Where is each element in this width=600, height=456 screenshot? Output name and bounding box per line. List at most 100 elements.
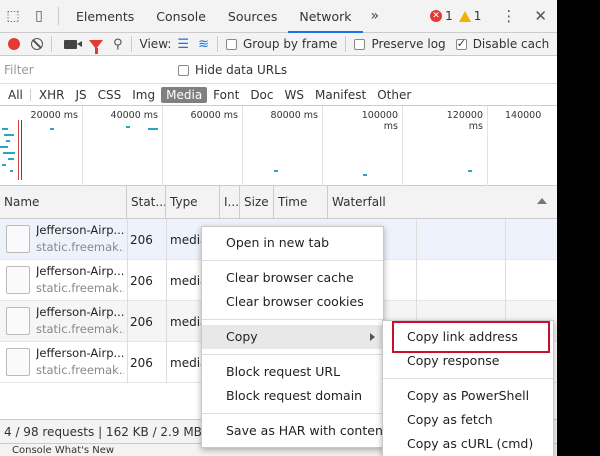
divider — [202, 319, 383, 320]
tab-sources[interactable]: Sources — [217, 0, 288, 33]
view-label: View: — [139, 37, 172, 51]
divider — [127, 260, 128, 301]
type-font[interactable]: Font — [208, 87, 244, 103]
divider — [29, 88, 31, 101]
preserve-log-option[interactable]: Preserve log — [354, 37, 446, 51]
request-status: 206 — [130, 233, 153, 247]
timeline-tick: 20000 ms — [30, 110, 78, 121]
column-header-waterfall[interactable]: Waterfall — [328, 186, 557, 219]
more-options-icon[interactable]: ⋮ — [501, 7, 516, 25]
column-header-status[interactable]: Stat... — [127, 186, 166, 219]
column-header-name[interactable]: Name — [0, 186, 127, 219]
column-header-type[interactable]: Type — [166, 186, 220, 219]
type-css[interactable]: CSS — [93, 87, 127, 103]
group-by-frame-option[interactable]: Group by frame — [225, 37, 338, 51]
activity-bar — [274, 170, 278, 172]
gridline — [162, 106, 163, 186]
type-img[interactable]: Img — [127, 87, 160, 103]
divider — [202, 260, 383, 261]
dom-loaded-marker — [18, 120, 19, 180]
divider — [416, 260, 417, 301]
type-media[interactable]: Media — [161, 86, 208, 103]
warning-count-badge[interactable]: 1 — [458, 9, 481, 23]
menu-item-copy-label: Copy — [226, 329, 258, 344]
search-icon[interactable]: ⚲ — [113, 37, 123, 52]
request-name: Jefferson-Airp... — [36, 305, 124, 319]
menu-item-copy-as-curl-cmd[interactable]: Copy as cURL (cmd) — [383, 432, 553, 456]
more-tabs-icon[interactable]: » — [363, 8, 388, 24]
activity-bar — [3, 152, 15, 154]
menu-item-save-as-har[interactable]: Save as HAR with content — [202, 419, 388, 443]
type-other[interactable]: Other — [372, 87, 416, 103]
drawer-tab-labels[interactable]: Console What's New — [12, 445, 114, 456]
divider — [416, 219, 417, 260]
device-toolbar-icon[interactable]: ▯ — [26, 0, 52, 33]
menu-item-open-in-new-tab[interactable]: Open in new tab — [202, 231, 383, 255]
request-domain: static.freemak... — [36, 281, 124, 295]
column-header-size[interactable]: Size — [240, 186, 274, 219]
network-toolbar: ⚲ View: ☰ ≋ Group by frame Preserve log … — [0, 33, 557, 56]
preserve-log-checkbox[interactable] — [354, 38, 366, 50]
menu-item-clear-browser-cookies[interactable]: Clear browser cookies — [202, 290, 383, 314]
record-icon[interactable] — [8, 38, 20, 50]
menu-item-copy-as-powershell[interactable]: Copy as PowerShell — [383, 384, 553, 408]
divider — [130, 36, 132, 52]
request-status: 206 — [130, 356, 153, 370]
sort-ascending-icon[interactable] — [537, 198, 547, 204]
gridline — [402, 106, 403, 186]
column-header-initiator[interactable]: I... — [220, 186, 240, 219]
request-status: 206 — [130, 274, 153, 288]
filter-icon[interactable] — [89, 39, 103, 54]
hide-data-urls-option[interactable]: Hide data URLs — [178, 63, 287, 77]
filter-input[interactable] — [4, 60, 174, 80]
error-icon: ✕ — [430, 10, 443, 22]
divider — [383, 378, 553, 379]
capture-screenshots-icon[interactable] — [64, 39, 82, 49]
divider — [202, 354, 383, 355]
large-rows-icon[interactable]: ☰ — [177, 37, 189, 52]
group-by-frame-label: Group by frame — [242, 37, 338, 51]
menu-item-copy[interactable]: Copy — [202, 325, 383, 349]
divider — [216, 36, 218, 52]
type-xhr[interactable]: XHR — [34, 87, 70, 103]
menu-item-clear-browser-cache[interactable]: Clear browser cache — [202, 266, 383, 290]
divider — [127, 219, 128, 260]
highlight-box — [392, 321, 550, 353]
clear-icon[interactable] — [31, 38, 43, 50]
file-icon — [6, 348, 30, 376]
disable-cache-checkbox[interactable] — [455, 37, 467, 50]
request-name: Jefferson-Airp... — [36, 264, 124, 278]
type-js[interactable]: JS — [70, 87, 91, 103]
hide-data-urls-checkbox[interactable] — [178, 64, 189, 76]
type-ws[interactable]: WS — [280, 87, 309, 103]
request-name: Jefferson-Airp... — [36, 223, 124, 237]
timeline-overview[interactable]: 20000 ms 40000 ms 60000 ms 80000 ms 1000… — [0, 106, 557, 186]
disable-cache-option[interactable]: Disable cach — [455, 37, 549, 51]
gridline — [322, 106, 323, 186]
activity-bar — [4, 134, 14, 136]
close-icon[interactable]: ✕ — [534, 7, 547, 25]
activity-bar — [6, 140, 10, 142]
tab-console[interactable]: Console — [145, 0, 217, 33]
request-domain: static.freemak... — [36, 240, 124, 254]
type-doc[interactable]: Doc — [245, 87, 278, 103]
type-manifest[interactable]: Manifest — [310, 87, 371, 103]
menu-item-block-request-url[interactable]: Block request URL — [202, 360, 383, 384]
menu-item-copy-as-fetch[interactable]: Copy as fetch — [383, 408, 553, 432]
activity-bar — [2, 164, 6, 166]
divider — [127, 342, 128, 383]
error-count-badge[interactable]: ✕ 1 — [430, 9, 453, 23]
tab-elements[interactable]: Elements — [65, 0, 145, 33]
context-menu: Open in new tab Clear browser cache Clea… — [201, 226, 388, 448]
divider — [166, 260, 167, 301]
overview-icon[interactable]: ≋ — [198, 37, 209, 52]
divider — [202, 413, 383, 414]
type-all[interactable]: All — [3, 87, 28, 103]
column-header-time[interactable]: Time — [274, 186, 328, 219]
load-marker — [21, 120, 22, 180]
group-by-frame-checkbox[interactable] — [225, 38, 237, 50]
divider — [127, 301, 128, 342]
menu-item-block-request-domain[interactable]: Block request domain — [202, 384, 383, 408]
inspect-element-icon[interactable]: ⬚ — [0, 0, 26, 33]
tab-network[interactable]: Network — [288, 0, 363, 33]
